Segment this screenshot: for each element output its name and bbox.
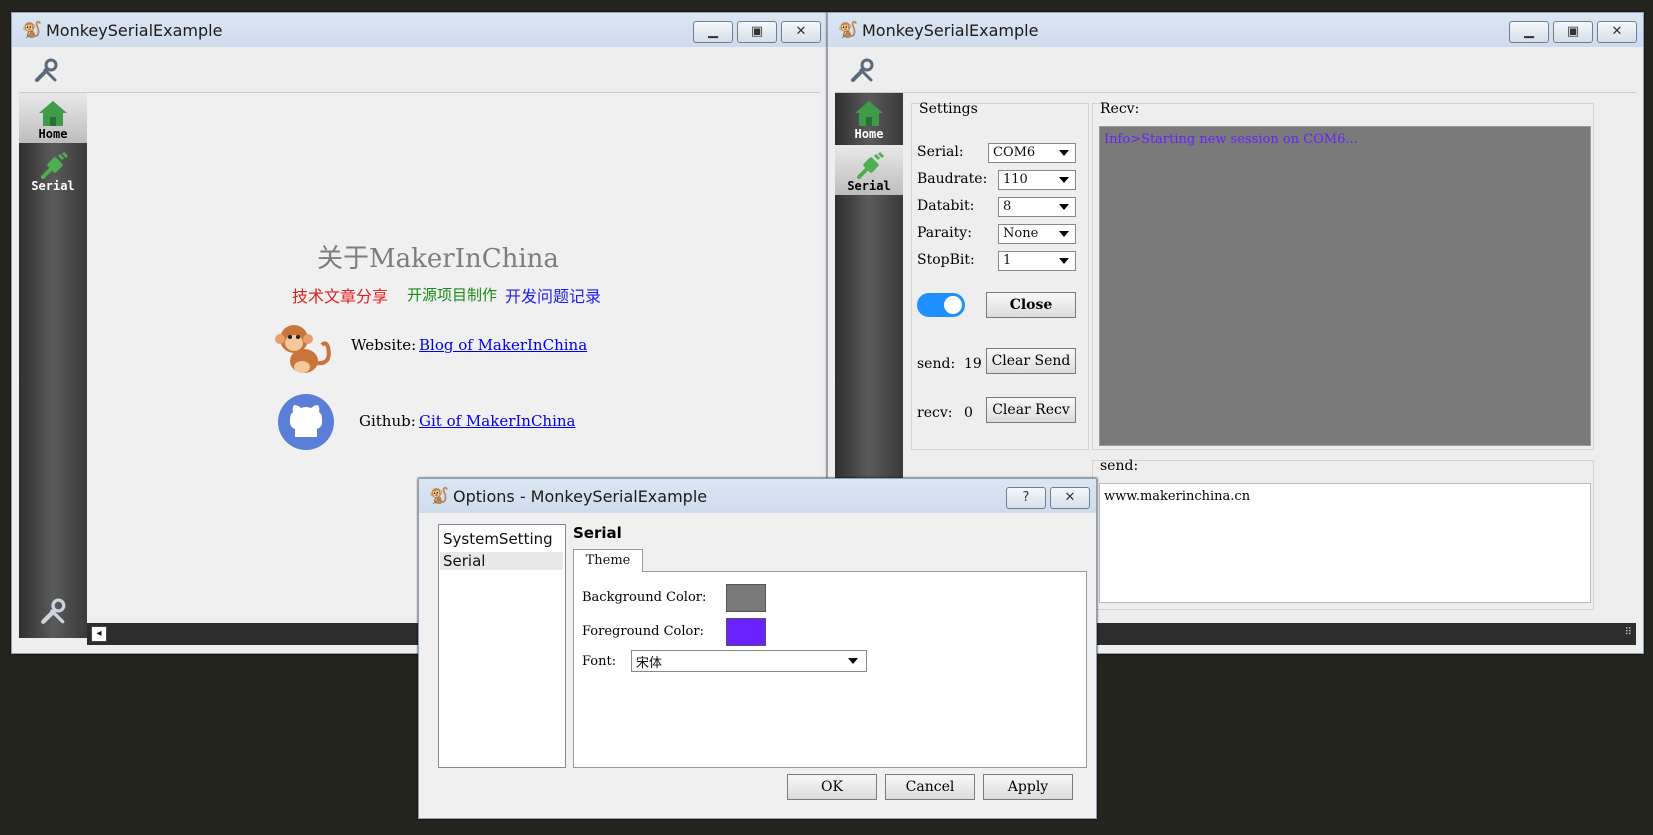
- apply-button[interactable]: Apply: [983, 774, 1073, 800]
- font-select[interactable]: 宋体: [631, 650, 867, 672]
- sidebar: Home Serial: [19, 93, 87, 638]
- about-title: 关于MakerInChina: [317, 244, 559, 274]
- github-label: Github:: [359, 412, 416, 430]
- github-link[interactable]: Git of MakerInChina: [419, 412, 576, 430]
- sidebar-item-home[interactable]: Home: [19, 93, 87, 143]
- theme-panel: Background Color: Foreground Color: Font…: [573, 571, 1087, 768]
- close-port-button[interactable]: Close: [986, 292, 1076, 318]
- monkey-app-icon: 🐒: [22, 20, 42, 39]
- sidebar-item-home[interactable]: Home: [835, 93, 903, 143]
- tab-theme[interactable]: Theme: [573, 549, 643, 572]
- send-count-label: send:: [917, 356, 956, 372]
- dialog-title: Options - MonkeySerialExample: [453, 486, 708, 506]
- databit-label: Databit:: [917, 198, 975, 214]
- category-item-systemsetting[interactable]: SystemSetting: [443, 530, 553, 548]
- clear-send-button[interactable]: Clear Send: [986, 348, 1076, 374]
- dialog-close-button[interactable]: ✕: [1050, 487, 1090, 509]
- stopbit-select[interactable]: 1: [998, 251, 1076, 271]
- serial-window-titlebar[interactable]: 🐒 MonkeySerialExample ▁ ▣ ✕: [828, 13, 1643, 47]
- stopbit-label: StopBit:: [917, 252, 975, 268]
- maximize-button[interactable]: ▣: [1553, 21, 1593, 43]
- cancel-button[interactable]: Cancel: [885, 774, 975, 800]
- minimize-button[interactable]: ▁: [693, 21, 733, 43]
- github-icon: [278, 394, 334, 450]
- category-item-serial[interactable]: Serial: [440, 552, 563, 570]
- serial-port-select[interactable]: COM6: [988, 143, 1076, 163]
- dialog-titlebar[interactable]: 🐒 Options - MonkeySerialExample ? ✕: [419, 479, 1096, 513]
- sidebar-serial-label: Serial: [31, 179, 75, 193]
- help-button[interactable]: ?: [1006, 487, 1046, 509]
- clear-recv-button[interactable]: Clear Recv: [986, 397, 1076, 423]
- plug-icon: [41, 151, 69, 179]
- background-color-swatch[interactable]: [726, 584, 766, 612]
- baudrate-label: Baudrate:: [917, 171, 988, 187]
- ok-button[interactable]: OK: [787, 774, 877, 800]
- tag-articles: 技术文章分享: [292, 287, 389, 306]
- databit-select[interactable]: 8: [998, 197, 1076, 217]
- collapse-button[interactable]: ◂: [91, 626, 107, 642]
- background-color-label: Background Color:: [582, 590, 707, 605]
- blog-link[interactable]: Blog of MakerInChina: [419, 336, 587, 354]
- maximize-button[interactable]: ▣: [737, 21, 777, 43]
- send-input[interactable]: www.makerinchina.cn: [1099, 483, 1591, 603]
- recv-text: Info>Starting new session on COM6...: [1104, 132, 1358, 147]
- close-button[interactable]: ✕: [1597, 21, 1637, 43]
- foreground-color-label: Foreground Color:: [582, 624, 704, 639]
- tools-icon[interactable]: [33, 58, 59, 84]
- sidebar-home-label: Home: [854, 127, 884, 141]
- port-toggle[interactable]: [917, 293, 965, 317]
- tag-issues: 开发问题记录: [505, 287, 602, 306]
- monkey-icon: [275, 325, 331, 373]
- send-count: 19: [964, 356, 982, 372]
- close-button[interactable]: ✕: [781, 21, 821, 43]
- sidebar-item-serial[interactable]: Serial: [835, 145, 903, 195]
- baudrate-select[interactable]: 110: [998, 170, 1076, 190]
- options-dialog: 🐒 Options - MonkeySerialExample ? ✕ Syst…: [418, 478, 1097, 819]
- settings-title: Settings: [919, 101, 978, 117]
- send-title: send:: [1100, 458, 1139, 474]
- toggle-knob: [944, 296, 962, 314]
- home-icon: [39, 101, 67, 126]
- recv-title: Recv:: [1100, 101, 1140, 117]
- plug-icon: [857, 151, 885, 179]
- sidebar-item-serial[interactable]: Serial: [19, 145, 87, 195]
- toolbar: [835, 48, 1636, 93]
- parity-select[interactable]: None: [998, 224, 1076, 244]
- toolbar: [19, 48, 820, 93]
- settings-tools-icon[interactable]: [39, 598, 67, 626]
- font-label: Font:: [582, 654, 617, 669]
- resize-grip-icon[interactable]: ⠿: [1625, 627, 1632, 638]
- monkey-app-icon: 🐒: [429, 486, 449, 505]
- section-title: Serial: [573, 524, 622, 542]
- foreground-color-swatch[interactable]: [726, 618, 766, 646]
- tools-icon[interactable]: [849, 58, 875, 84]
- send-text: www.makerinchina.cn: [1104, 489, 1251, 504]
- website-label: Website:: [351, 336, 417, 354]
- serial-label: Serial:: [917, 144, 964, 160]
- about-window-titlebar[interactable]: 🐒 MonkeySerialExample ▁ ▣ ✕: [12, 13, 827, 47]
- recv-count-label: recv:: [917, 405, 953, 421]
- recv-output[interactable]: Info>Starting new session on COM6...: [1099, 126, 1591, 446]
- recv-count: 0: [964, 405, 973, 421]
- window-title: MonkeySerialExample: [862, 20, 1039, 40]
- monkey-app-icon: 🐒: [838, 20, 858, 39]
- category-list: SystemSetting Serial: [438, 524, 566, 768]
- sidebar-serial-label: Serial: [847, 179, 891, 193]
- tag-projects: 开源项目制作: [407, 286, 498, 304]
- parity-label: Paraity:: [917, 225, 972, 241]
- minimize-button[interactable]: ▁: [1509, 21, 1549, 43]
- home-icon: [855, 101, 883, 126]
- window-title: MonkeySerialExample: [46, 20, 223, 40]
- sidebar-home-label: Home: [38, 127, 68, 141]
